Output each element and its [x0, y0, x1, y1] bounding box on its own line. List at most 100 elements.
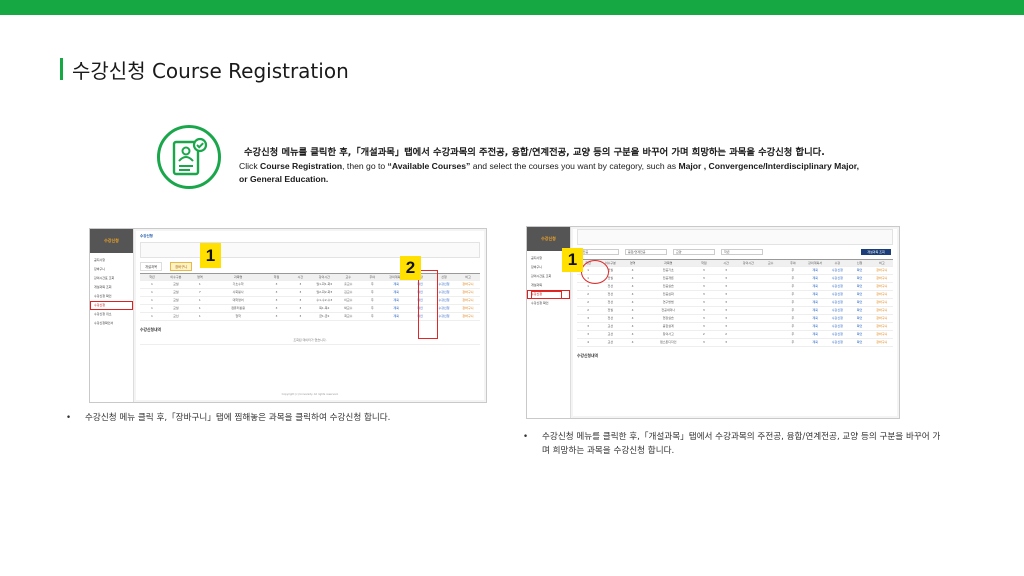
table-cell: 대학영어: [232, 298, 244, 302]
tab-cart[interactable]: 장바구니: [170, 262, 193, 271]
table-action-link[interactable]: 계획: [384, 305, 408, 312]
table-cell: [737, 323, 759, 330]
table-action-link[interactable]: 계획: [804, 267, 826, 274]
table-action-link[interactable]: 장바구니: [456, 289, 480, 296]
table-action-link[interactable]: 장바구니: [871, 331, 893, 338]
page-title: 수강신청 Course Registration: [72, 58, 349, 83]
sidebar-menu-item[interactable]: 수강신청: [90, 301, 133, 310]
table-cell: 교선: [607, 340, 614, 344]
sidebar-menu-item[interactable]: 강의시간표 조회: [527, 272, 570, 281]
category-select[interactable]: 교양: [673, 249, 715, 255]
sidebar-menu-item[interactable]: 수강신청 확인: [90, 292, 133, 301]
table-action-link[interactable]: 수강신청: [826, 307, 848, 314]
table-action-link[interactable]: 장바구니: [871, 283, 893, 290]
table-action-link[interactable]: 계획: [804, 331, 826, 338]
table-action-link[interactable]: 확인: [848, 323, 870, 330]
table-action-link[interactable]: 확인: [848, 331, 870, 338]
table-action-link[interactable]: 장바구니: [456, 281, 480, 288]
left-sidebar: 수강신청 공지사항 장바구니 강의시간표 조회 개설과목 조회 수강신청 확인 수강신청 수…: [90, 229, 134, 402]
table-header-cell: 주야: [369, 275, 375, 279]
table-action-link[interactable]: 장바구니: [456, 313, 480, 320]
table-action-link[interactable]: 확인: [848, 307, 870, 314]
table-action-link[interactable]: 수강신청: [826, 299, 848, 306]
step-marker-2: 2: [400, 256, 421, 280]
sidebar-menu-item[interactable]: 수강신청확인서: [90, 319, 133, 328]
table-cell: [737, 291, 759, 298]
table-action-link[interactable]: 장바구니: [871, 307, 893, 314]
table-action-link[interactable]: 수강신청: [826, 267, 848, 274]
table-action-link[interactable]: 수강신청: [826, 291, 848, 298]
table-action-link[interactable]: 확인: [848, 275, 870, 282]
table-action-link[interactable]: 계획: [804, 275, 826, 282]
search-courses-button[interactable]: 개설과목 조회: [861, 249, 891, 255]
table-header-cell: 영역: [197, 275, 203, 279]
sidebar-menu-item[interactable]: 장바구니: [90, 265, 133, 274]
bullet-icon: •: [523, 432, 529, 442]
title-accent-bar: [60, 58, 63, 80]
sidebar-menu-item[interactable]: 수강신청 취소: [90, 310, 133, 319]
table-action-link[interactable]: 수강신청: [826, 323, 848, 330]
table-action-link[interactable]: 수강신청: [826, 283, 848, 290]
table-cell: [759, 267, 781, 274]
table-cell: 전공기초: [662, 268, 674, 272]
table-action-link[interactable]: 수강신청: [826, 331, 848, 338]
category-select[interactable]: 융합/연계전공: [625, 249, 667, 255]
step-marker-1-right: 1: [562, 248, 583, 272]
table-action-link[interactable]: 확인: [848, 283, 870, 290]
category-select[interactable]: 학년: [721, 249, 763, 255]
table-cell: 3: [702, 276, 705, 280]
table-action-link[interactable]: 계획: [804, 323, 826, 330]
table-cell: 2: [587, 308, 590, 312]
table-action-link[interactable]: 장바구니: [871, 267, 893, 274]
tab-available-courses[interactable]: 개설과목: [140, 262, 163, 271]
sidebar-menu-item[interactable]: 수강신청 확인: [527, 299, 570, 308]
table-action-link[interactable]: 계획: [384, 297, 408, 304]
table-header-cell: 시간: [297, 275, 304, 279]
table-row: 1 전선 4 전공실습 3 3 주 계획 수강신청 확인 장바구니: [577, 283, 893, 291]
table-action-link[interactable]: 확인: [848, 315, 870, 322]
sidebar-menu-item[interactable]: 공지사항: [90, 256, 133, 265]
table-cell: 주: [370, 306, 374, 310]
table-action-link[interactable]: 장바구니: [871, 275, 893, 282]
table-action-link[interactable]: 계획: [384, 289, 408, 296]
table-action-link[interactable]: 장바구니: [871, 299, 893, 306]
sidebar-menu-item[interactable]: 개설과목 조회: [90, 283, 133, 292]
sidebar-menu-item[interactable]: 개설과목: [527, 281, 570, 290]
table-action-link[interactable]: 장바구니: [871, 339, 893, 346]
table-action-link[interactable]: 장바구니: [456, 305, 480, 312]
table-cell: 주: [370, 290, 374, 294]
table-action-link[interactable]: 수강신청: [826, 315, 848, 322]
table-header-cell: 학점: [701, 261, 707, 265]
table-action-link[interactable]: 계획: [804, 339, 826, 346]
table-row: 3 교선 4 창의사고 2 2 주 계획 수강신청 확인 장바구니: [577, 331, 893, 339]
category-select[interactable]: 주전공: [577, 249, 619, 255]
table-action-link[interactable]: 장바구니: [456, 297, 480, 304]
table-cell: 1: [151, 306, 153, 310]
table-action-link[interactable]: 확인: [848, 299, 870, 306]
table-cell: 전선: [607, 292, 614, 296]
table-row: 3 전선 4 현장실습 3 3 주 계획 수강신청 확인 장바구니: [577, 315, 893, 323]
table-action-link[interactable]: 계획: [804, 315, 826, 322]
table-header-cell: 주야: [790, 261, 796, 265]
table-action-link[interactable]: 확인: [848, 339, 870, 346]
table-action-link[interactable]: 계획: [384, 281, 408, 288]
table-action-link[interactable]: 계획: [804, 283, 826, 290]
table-cell: [737, 339, 759, 346]
table-header-cell: 신청: [856, 261, 863, 265]
table-action-link[interactable]: 장바구니: [871, 315, 893, 322]
sidebar-menu-item[interactable]: 강의시간표 조회: [90, 274, 133, 283]
table-action-link[interactable]: 확인: [848, 291, 870, 298]
table-cell: 4: [631, 300, 634, 304]
table-action-link[interactable]: 계획: [804, 291, 826, 298]
table-action-link[interactable]: 장바구니: [871, 323, 893, 330]
table-cell: 3: [275, 306, 278, 310]
table-cell: 3: [725, 276, 728, 280]
table-action-link[interactable]: 계획: [384, 313, 408, 320]
table-action-link[interactable]: 계획: [804, 299, 826, 306]
table-action-link[interactable]: 장바구니: [871, 291, 893, 298]
table-action-link[interactable]: 계획: [804, 307, 826, 314]
table-action-link[interactable]: 수강신청: [826, 339, 848, 346]
table-cell: 3: [702, 268, 705, 272]
table-action-link[interactable]: 확인: [848, 267, 870, 274]
table-action-link[interactable]: 수강신청: [826, 275, 848, 282]
